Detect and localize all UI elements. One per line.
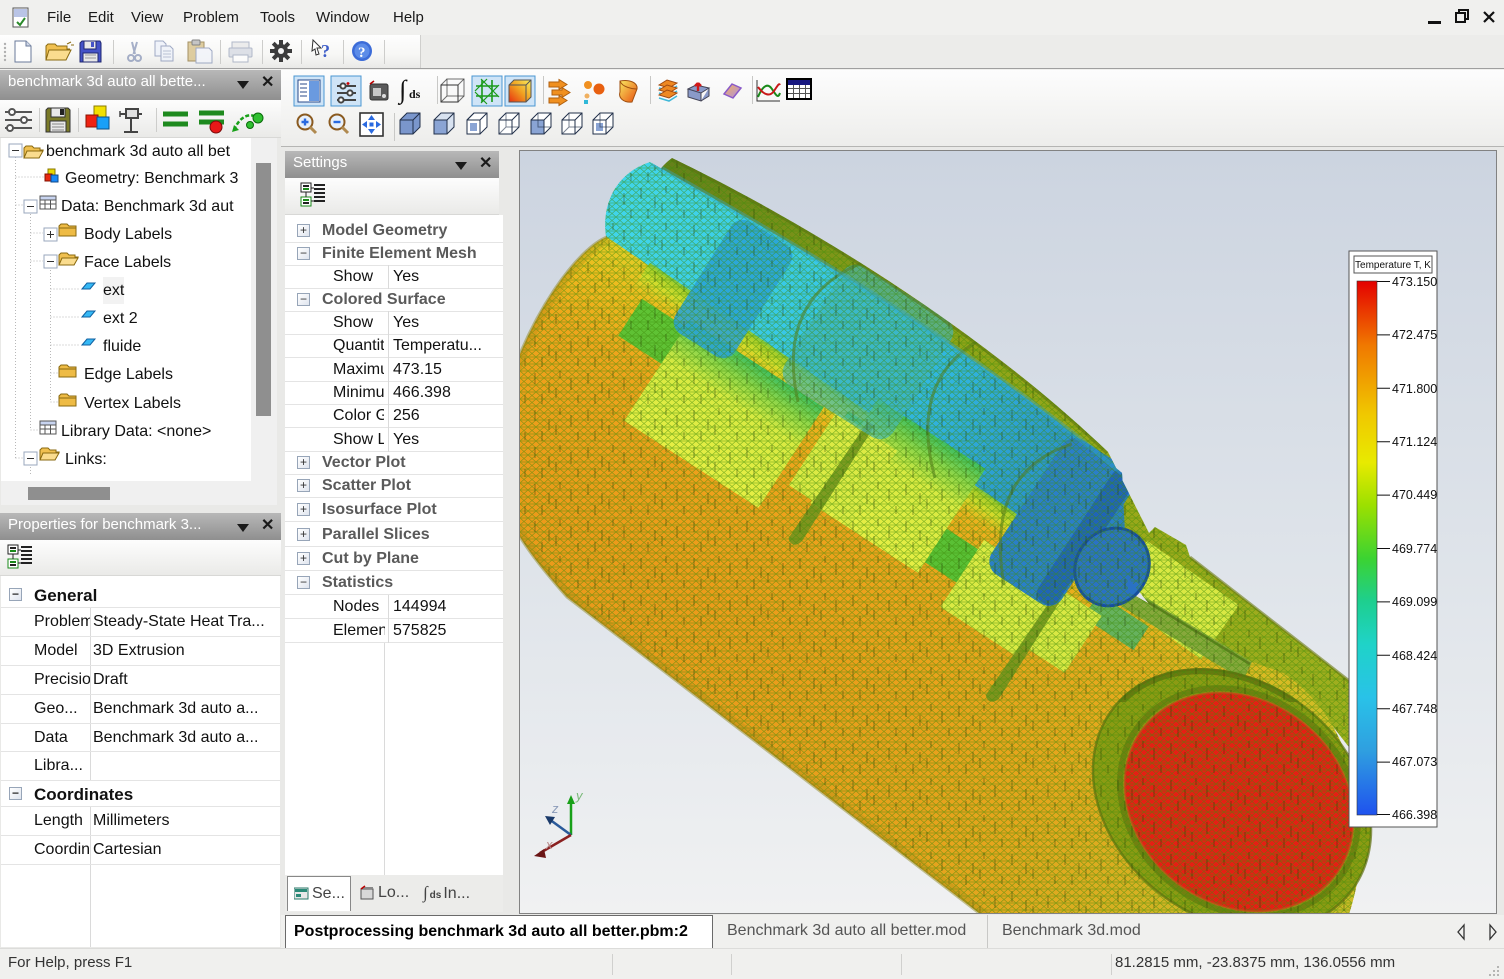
- svg-text:∫: ∫: [398, 75, 408, 105]
- svg-text:x: x: [545, 837, 553, 852]
- svg-text:ds: ds: [409, 87, 421, 101]
- svg-text:472.475: 472.475: [1392, 328, 1437, 342]
- svg-text:467.748: 467.748: [1392, 702, 1437, 716]
- svg-text:471.800: 471.800: [1392, 382, 1437, 396]
- svg-text:467.073: 467.073: [1392, 755, 1437, 769]
- svg-text:?: ?: [321, 41, 330, 61]
- svg-text:469.099: 469.099: [1392, 595, 1437, 609]
- svg-text:468.424: 468.424: [1392, 649, 1437, 663]
- svg-text:?: ?: [358, 45, 366, 61]
- svg-text:Temperature T, K: Temperature T, K: [1355, 260, 1431, 271]
- svg-text:473.150: 473.150: [1392, 275, 1437, 289]
- svg-text:469.774: 469.774: [1392, 542, 1437, 556]
- svg-text:471.124: 471.124: [1392, 435, 1437, 449]
- svg-text:470.449: 470.449: [1392, 488, 1437, 502]
- svg-text:z: z: [551, 801, 559, 816]
- svg-text:y: y: [575, 788, 584, 803]
- svg-text:466.398: 466.398: [1392, 808, 1437, 822]
